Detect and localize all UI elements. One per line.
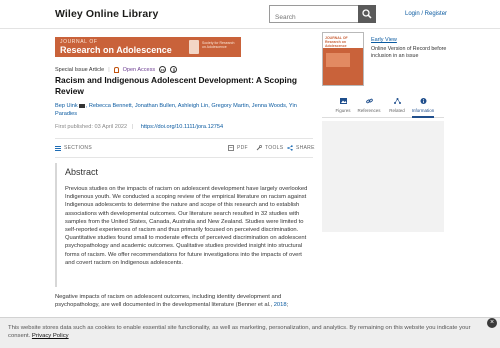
citation-link[interactable]: 2018 (274, 302, 287, 308)
tab-references[interactable]: References (354, 98, 384, 113)
tools-label: TOOLS (265, 145, 284, 151)
pubinfo-separator: | (131, 124, 134, 130)
attribution-icon[interactable] (170, 66, 178, 73)
article-title: Racism and Indigenous Adolescent Develop… (55, 75, 297, 96)
creative-commons-icon[interactable]: cc (159, 66, 167, 73)
open-access-icon (113, 66, 119, 73)
site-header: Wiley Online Library Login / Register (0, 0, 500, 29)
sidebar-tabs: Figures References Related Information (322, 94, 444, 118)
article-toolbar: SECTIONS PDF TOOLS SHARE (55, 138, 315, 158)
tab-figures-label: Figures (335, 108, 351, 113)
email-icon[interactable] (78, 103, 85, 108)
tab-information[interactable]: Information (408, 98, 438, 118)
author-link[interactable]: Bep Uink (55, 103, 78, 109)
search-icon (362, 9, 372, 19)
cover-title: JOURNAL OF Research on Adolescence (325, 36, 348, 48)
abstract-section: Abstract Previous studies on the impacts… (55, 163, 313, 287)
tab-related-label: Related (389, 108, 405, 113)
cookie-banner: This website stores data such as cookies… (0, 317, 500, 348)
meta-separator: | (108, 66, 110, 73)
banner-journal-name: Research on Adolescence (60, 45, 172, 55)
share-icon (287, 145, 293, 151)
tab-information-label: Information (411, 108, 435, 113)
journal-banner[interactable]: JOURNAL OF Research on Adolescence Socie… (55, 37, 241, 57)
banner-society-name: Society for Research on Adolescence (202, 41, 235, 49)
list-icon (55, 145, 61, 151)
information-panel (322, 121, 444, 232)
sections-label: SECTIONS (64, 145, 92, 151)
tools-button[interactable]: TOOLS (256, 145, 283, 151)
first-published-date: 03 April 2022 (94, 124, 128, 130)
wrench-icon (256, 145, 262, 151)
info-icon (420, 98, 426, 104)
first-published-label: First published: (55, 124, 93, 130)
image-icon (339, 98, 347, 104)
abstract-heading: Abstract (65, 167, 99, 177)
network-icon (393, 98, 401, 104)
society-emblem-icon (189, 40, 199, 54)
cover-header: JOURNAL OF Research on Adolescence (323, 33, 363, 48)
early-view-link[interactable]: Early View (371, 37, 397, 43)
author-link[interactable]: Rebecca Bennett (89, 103, 132, 109)
article-type: Special Issue Article (55, 66, 105, 73)
author-link[interactable]: Jenna Woods (252, 103, 286, 109)
pdf-icon (228, 145, 234, 151)
search-button[interactable] (358, 5, 376, 23)
search-input[interactable] (270, 9, 360, 26)
abstract-text: Previous studies on the impacts of racis… (65, 186, 308, 266)
cover-artwork (326, 53, 350, 67)
body-text-after: ; (286, 302, 289, 309)
share-label: SHARE (296, 145, 315, 151)
early-view-description: Online Version of Record before inclusio… (371, 46, 447, 59)
tab-references-label: References (357, 108, 381, 113)
share-button[interactable]: SHARE (287, 145, 315, 151)
doi-link[interactable]: https://doi.org/10.1111/jora.12754 (141, 124, 223, 130)
login-register-link[interactable]: Login / Register (405, 11, 447, 17)
author-link[interactable]: Gregory Martin (211, 103, 248, 109)
publication-info: First published: 03 April 2022 | https:/… (55, 124, 223, 130)
sections-button[interactable]: SECTIONS (55, 145, 92, 151)
pdf-button[interactable]: PDF (228, 145, 248, 151)
journal-cover-image[interactable]: JOURNAL OF Research on Adolescence (322, 32, 364, 86)
open-access-label: Open Access (122, 66, 156, 73)
body-paragraph: Negative impacts of racism on adolescent… (55, 293, 313, 309)
article-meta-row: Special Issue Article | Open Access cc (55, 66, 178, 73)
author-link[interactable]: Jonathan Bullen (135, 103, 175, 109)
search-box[interactable] (269, 5, 361, 26)
cookie-message: This website stores data such as cookies… (8, 324, 476, 340)
pdf-label: PDF (237, 145, 248, 151)
wiley-logo[interactable]: Wiley Online Library (55, 8, 158, 20)
author-list: Bep Uink, Rebecca Bennett, Jonathan Bull… (55, 102, 303, 118)
close-icon[interactable]: × (487, 318, 497, 328)
author-link[interactable]: Ashleigh Lin (178, 103, 208, 109)
cookie-text: This website stores data such as cookies… (8, 325, 471, 339)
privacy-policy-link[interactable]: Privacy Policy (32, 333, 69, 339)
body-text-before: Negative impacts of racism on adolescent… (55, 294, 282, 309)
link-icon (365, 98, 373, 104)
